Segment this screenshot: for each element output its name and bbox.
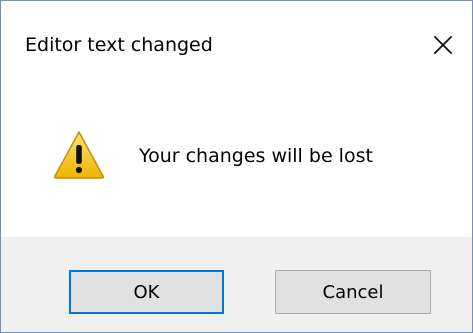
warning-icon	[53, 129, 105, 181]
close-button[interactable]	[422, 24, 464, 66]
dialog-message: Your changes will be lost	[139, 145, 373, 167]
close-icon	[433, 35, 453, 55]
title-bar: Editor text changed	[1, 1, 472, 93]
dialog-title: Editor text changed	[25, 34, 213, 56]
dialog-content: Your changes will be lost	[1, 93, 472, 235]
button-bar: OK Cancel	[1, 237, 472, 332]
ok-button[interactable]: OK	[69, 270, 224, 314]
message-dialog: Editor text changed Your changes will be…	[0, 0, 473, 333]
cancel-button[interactable]: Cancel	[275, 270, 431, 314]
